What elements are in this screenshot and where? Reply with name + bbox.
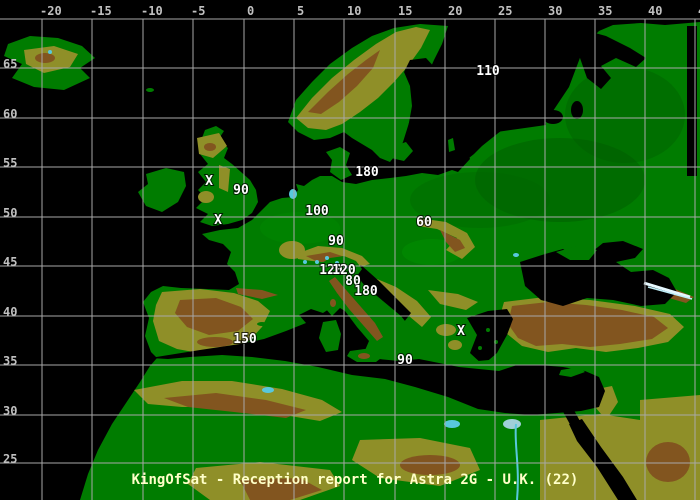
reception-dish-size-label: 60 xyxy=(416,215,432,230)
longitude-tick-label: 40 xyxy=(648,4,662,18)
highlands-wales xyxy=(198,191,214,203)
longitude-tick-label: 20 xyxy=(448,4,462,18)
latitude-tick-label: 35 xyxy=(3,354,17,368)
left-axis-labels: 65 60 55 50 45 40 35 30 25 xyxy=(3,57,17,466)
peloponnese-hills xyxy=(448,340,462,350)
sierra-nevada xyxy=(197,337,233,347)
nile-delta xyxy=(503,419,521,429)
longitude-tick-label: 10 xyxy=(347,4,361,18)
reception-dish-size-label: 90 xyxy=(397,353,413,368)
latitude-tick-label: 65 xyxy=(3,57,17,71)
latitude-tick-label: 30 xyxy=(3,404,17,418)
alpine-lake xyxy=(325,256,329,260)
longitude-tick-label: 15 xyxy=(398,4,412,18)
no-reception-mark: X xyxy=(457,324,465,339)
longitude-tick-label: -15 xyxy=(90,4,112,18)
longitude-tick-label: 25 xyxy=(498,4,512,18)
no-reception-mark: X xyxy=(214,213,222,228)
reception-dish-size-label: 110 xyxy=(476,64,500,79)
reception-dish-size-label: 180 xyxy=(355,165,379,180)
highlands-scotland-brown xyxy=(204,143,216,151)
island-ibiza xyxy=(257,322,267,326)
ijsselmeer xyxy=(289,189,297,199)
reception-map-page: -20 -15 -10 -5 0 5 10 15 20 25 30 35 40 45 65 60 55 50 45… xyxy=(0,0,700,500)
landmass-faroe xyxy=(146,88,154,92)
reception-dish-size-label: 100 xyxy=(305,204,329,219)
aegean-island xyxy=(486,328,490,332)
longitude-tick-label: 5 xyxy=(297,4,304,18)
lake-onega xyxy=(571,101,583,119)
latitude-tick-label: 55 xyxy=(3,156,17,170)
corsica-hills xyxy=(330,299,336,307)
reception-map: -20 -15 -10 -5 0 5 10 15 20 25 30 35 40 45 65 60 55 50 45… xyxy=(0,0,700,500)
reception-dish-size-label: 90 xyxy=(328,234,344,249)
longitude-tick-label: -10 xyxy=(141,4,163,18)
reception-dish-size-label: 90 xyxy=(233,183,249,198)
iceland-glacier xyxy=(48,50,52,54)
arabia-brown xyxy=(646,442,690,482)
longitude-tick-label: 30 xyxy=(548,4,562,18)
danube-delta xyxy=(513,253,519,257)
highlands-pennines xyxy=(219,165,230,192)
latitude-tick-label: 25 xyxy=(3,452,17,466)
shade-north-russia xyxy=(565,67,685,163)
longitude-tick-label: -20 xyxy=(40,4,62,18)
latitude-tick-label: 40 xyxy=(3,305,17,319)
salt-lake xyxy=(444,420,460,428)
chott xyxy=(262,387,274,393)
reception-dish-size-label: 180 xyxy=(354,284,378,299)
latitude-tick-label: 50 xyxy=(3,206,17,220)
reception-dish-size-label: 150 xyxy=(233,332,257,347)
longitude-tick-label: 0 xyxy=(247,4,254,18)
map-title: KingOfSat - Reception report for Astra 2… xyxy=(132,472,579,488)
no-reception-mark: X xyxy=(205,174,213,189)
longitude-tick-label: 35 xyxy=(598,4,612,18)
latitude-tick-label: 45 xyxy=(3,255,17,269)
highlands-iceland-brown xyxy=(35,53,55,63)
island-mallorca xyxy=(271,317,283,323)
longitude-tick-label: -5 xyxy=(191,4,205,18)
lake-geneva xyxy=(303,260,307,264)
lake-ladoga xyxy=(543,110,563,124)
latitude-tick-label: 60 xyxy=(3,107,17,121)
aegean-island xyxy=(478,346,482,350)
pindus xyxy=(436,324,456,336)
aegean-island xyxy=(500,350,504,354)
etna-hills xyxy=(358,353,370,359)
